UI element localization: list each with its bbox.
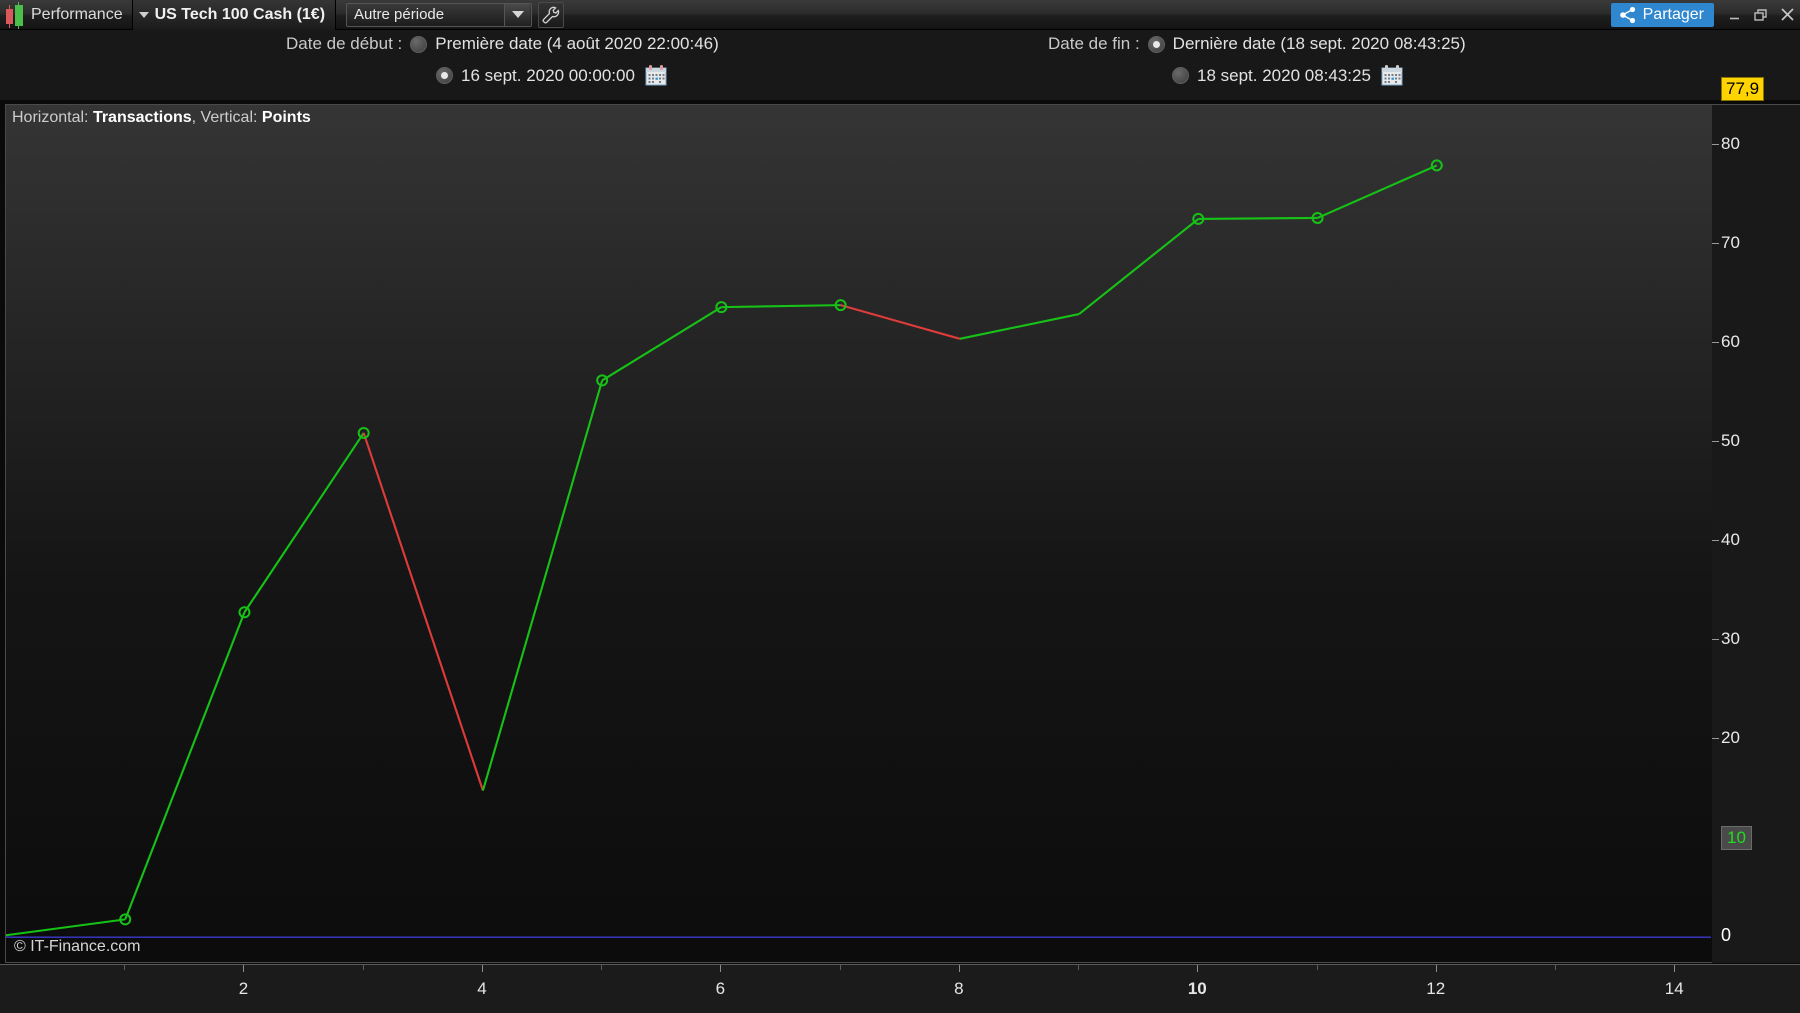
y-tick-mark — [1712, 242, 1719, 244]
x-axis-tick-label: 2 — [238, 979, 249, 998]
y-tick-label: 80 — [1721, 133, 1740, 153]
performance-window: Performance US Tech 100 Cash (1€) Autre … — [0, 0, 1800, 1013]
x-tick-mark — [1435, 965, 1437, 972]
y-axis[interactable]: 80 70 60 50 40 30 20 77,9 10 0 — [1712, 77, 1800, 963]
y-tick-label: 20 — [1721, 728, 1740, 748]
period-select[interactable]: Autre période — [346, 2, 533, 27]
share-label: Partager — [1642, 5, 1704, 23]
last-value-badge: 77,9 — [1721, 77, 1765, 102]
x-axis-tick-label: 4 — [477, 979, 487, 998]
performance-line-chart — [6, 159, 1711, 938]
calendar-icon[interactable] — [1381, 65, 1403, 86]
end-date-custom-value[interactable]: 18 sept. 2020 08:43:25 — [1197, 66, 1371, 86]
start-date-custom-value[interactable]: 16 sept. 2020 00:00:00 — [461, 66, 635, 86]
calendar-icon[interactable] — [645, 65, 667, 86]
x-axis[interactable]: 2 4 6 8 10 12 14 — [0, 964, 1800, 1013]
title-bar: Performance US Tech 100 Cash (1€) Autre … — [0, 0, 1800, 30]
y-axis-tick: 20 — [1712, 728, 1740, 748]
x-minor-tick-mark — [124, 965, 126, 970]
y-tick-label: 50 — [1721, 430, 1740, 450]
x-axis-tick-label: 14 — [1664, 979, 1684, 998]
y-tick-label: 40 — [1721, 529, 1740, 549]
x-minor-tick-mark — [839, 965, 841, 970]
y-tick-mark — [1712, 639, 1719, 641]
x-minor-tick-mark — [601, 965, 603, 970]
x-tick-mark — [1197, 965, 1199, 972]
close-icon — [1780, 8, 1794, 21]
y-axis-tick: 60 — [1712, 332, 1740, 352]
chart-plot-area[interactable]: Horizontal: Transactions, Vertical: Poin… — [5, 104, 1712, 963]
start-date-first-row: Date de début : Première date (4 août 20… — [286, 34, 719, 54]
minimize-button[interactable] — [1722, 0, 1748, 30]
restore-icon — [1754, 8, 1767, 21]
y-tick-label: 70 — [1721, 232, 1740, 252]
x-tick-mark — [243, 965, 245, 972]
x-tick-mark — [481, 965, 483, 972]
start-date-first-radio[interactable] — [410, 35, 428, 53]
y-tick-mark — [1712, 440, 1719, 442]
period-select-value: Autre période — [354, 6, 445, 23]
start-date-label: Date de début : — [286, 34, 403, 53]
restore-button[interactable] — [1748, 0, 1774, 30]
end-date-label: Date de fin : — [1048, 34, 1140, 53]
y-axis-tick: 70 — [1712, 233, 1740, 253]
close-button[interactable] — [1774, 0, 1800, 30]
y-tick-label: 30 — [1721, 629, 1740, 648]
x-tick-mark — [958, 965, 960, 972]
end-date-last-text: Dernière date (18 sept. 2020 08:43:25) — [1172, 34, 1466, 53]
page-title: Performance — [26, 0, 133, 30]
y-axis-tick: 30 — [1712, 629, 1740, 649]
start-value-badge: 10 — [1721, 826, 1752, 851]
chevron-down-icon — [138, 11, 149, 18]
instrument-label: US Tech 100 Cash (1€) — [154, 5, 326, 23]
end-date-last-radio[interactable] — [1147, 35, 1165, 53]
end-date-custom-row: 18 sept. 2020 08:43:25 — [1164, 65, 1403, 86]
candlestick-icon — [4, 1, 26, 29]
x-axis-tick-label: 8 — [954, 979, 964, 998]
share-button[interactable]: Partager — [1610, 2, 1714, 27]
x-tick-mark — [1674, 965, 1676, 972]
y-tick-mark — [1712, 539, 1719, 541]
y-axis-tick: 40 — [1712, 530, 1740, 550]
instrument-selector[interactable]: US Tech 100 Cash (1€) — [132, 0, 337, 30]
date-range-panel: Date de début : Première date (4 août 20… — [0, 30, 1800, 100]
y-axis-tick: 50 — [1712, 431, 1740, 451]
start-date-first-text: Première date (4 août 2020 22:00:46) — [435, 34, 719, 53]
x-minor-tick-mark — [1316, 965, 1318, 970]
wrench-icon[interactable] — [538, 1, 565, 28]
x-axis-tick-label: 12 — [1426, 979, 1446, 998]
y-tick-label: 60 — [1721, 331, 1740, 351]
x-minor-tick-mark — [1555, 965, 1556, 970]
y-tick-mark — [1712, 738, 1719, 740]
chevron-down-icon[interactable] — [504, 3, 531, 26]
end-date-last-row: Date de fin : Dernière date (18 sept. 20… — [1048, 34, 1466, 54]
x-axis-tick-label: 10 — [1187, 979, 1207, 998]
y-axis-zero-label: 0 — [1721, 925, 1732, 946]
y-tick-mark — [1712, 341, 1719, 343]
end-date-custom-radio[interactable] — [1172, 67, 1189, 84]
start-date-custom-radio[interactable] — [436, 67, 453, 84]
copyright-label: © IT-Finance.com — [14, 938, 141, 955]
x-tick-mark — [720, 965, 722, 972]
share-icon — [1619, 6, 1635, 23]
x-axis-tick-label: 6 — [715, 979, 726, 998]
x-minor-tick-mark — [362, 965, 364, 970]
y-axis-tick: 80 — [1712, 134, 1740, 154]
start-date-custom-row: 16 sept. 2020 00:00:00 — [428, 65, 667, 86]
x-minor-tick-mark — [1078, 965, 1080, 970]
minimize-icon — [1730, 17, 1739, 19]
y-tick-mark — [1712, 143, 1719, 145]
